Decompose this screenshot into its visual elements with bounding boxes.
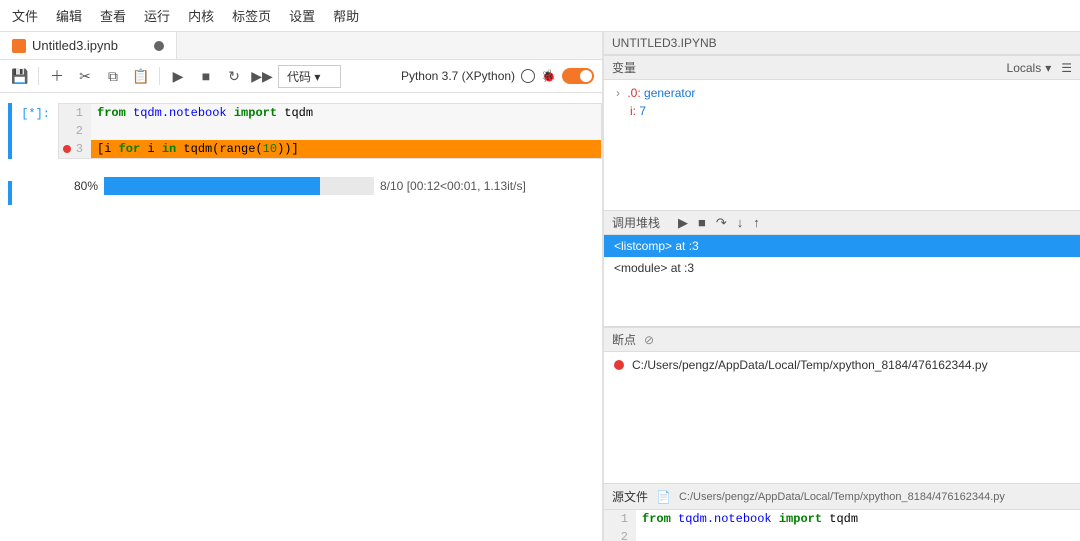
line-number[interactable]: 3 [59,140,91,158]
menu-help[interactable]: 帮助 [333,6,359,25]
progress-percent: 80% [58,179,98,193]
scope-select[interactable]: Locals [1007,61,1042,75]
progress-bar [104,177,374,195]
variables-list: › .0: generator i: 7 [604,80,1080,210]
toolbar: 💾 ＋ ✂ ⧉ 📋 ▶ ■ ↻ ▶▶ 代码 ▾ Python 3.7 (XPyt… [0,60,602,93]
variables-header[interactable]: 变量 [612,59,636,76]
clear-breakpoints-icon[interactable]: ⊘ [644,333,654,347]
breakpoint-icon[interactable] [63,145,71,153]
menubar: 文件 编辑 查看 运行 内核 标签页 设置 帮助 [0,0,1080,32]
save-button[interactable]: 💾 [8,64,32,88]
code-editor[interactable]: 1 from tqdm.notebook import tqdm 2 3 [i … [58,103,602,159]
menu-kernel[interactable]: 内核 [188,6,214,25]
cut-button[interactable]: ✂ [73,64,97,88]
open-file-icon[interactable]: 📄 [656,490,671,504]
add-cell-button[interactable]: ＋ [45,64,69,88]
unsaved-indicator-icon [154,41,164,51]
tree-view-icon[interactable]: ☰ [1061,61,1072,75]
menu-run[interactable]: 运行 [144,6,170,25]
run-button[interactable]: ▶ [166,64,190,88]
line-number[interactable]: 2 [59,122,91,140]
notebook-tab[interactable]: Untitled3.ipynb [0,32,177,59]
callstack-header[interactable]: 调用堆栈 [612,214,660,231]
pause-button[interactable]: ■ [698,215,706,230]
code-cell[interactable]: [*]: 1 from tqdm.notebook import tqdm 2 … [8,103,602,159]
continue-button[interactable]: ▶ [678,215,688,231]
cell-output: 80% 8/10 [00:12<00:01, 1.13it/s] [8,177,602,195]
step-over-button[interactable]: ↷ [716,215,727,231]
source-header[interactable]: 源文件 [612,488,648,505]
cell-active-bar [8,103,12,159]
step-out-button[interactable]: ↑ [753,215,760,230]
tab-label: Untitled3.ipynb [32,38,118,53]
callstack-list: <listcomp> at :3 <module> at :3 [604,235,1080,327]
run-all-button[interactable]: ▶▶ [250,64,274,88]
menu-edit[interactable]: 编辑 [56,6,82,25]
debugger-title: UNTITLED3.IPYNB [604,32,1080,55]
cell-active-bar [8,181,12,205]
debug-toggle[interactable] [562,68,594,84]
breakpoints-list: C:/Users/pengz/AppData/Local/Temp/xpytho… [604,352,1080,452]
cell-type-select[interactable]: 代码 ▾ [278,65,341,88]
breakpoint-item[interactable]: C:/Users/pengz/AppData/Local/Temp/xpytho… [604,352,1080,378]
breakpoints-header[interactable]: 断点 [612,331,636,348]
progress-label: 8/10 [00:12<00:01, 1.13it/s] [380,179,526,193]
source-path: C:/Users/pengz/AppData/Local/Temp/xpytho… [679,491,1005,503]
breakpoint-icon [614,360,624,370]
menu-view[interactable]: 查看 [100,6,126,25]
line-number[interactable]: 2 [604,528,636,541]
notebook-icon [12,39,26,53]
variable-row[interactable]: › .0: generator [612,84,1072,102]
step-in-button[interactable]: ↓ [737,215,744,230]
stack-frame[interactable]: <module> at :3 [604,257,1080,279]
debugger-panel: UNTITLED3.IPYNB 变量 Locals ▾ ☰ › .0: gene… [604,32,1080,541]
paste-button[interactable]: 📋 [129,64,153,88]
debug-icon[interactable]: 🐞 [541,69,556,83]
chevron-down-icon: ▾ [1045,61,1051,75]
line-number[interactable]: 1 [59,104,91,122]
source-viewer[interactable]: 1 from tqdm.notebook import tqdm 2 3 [i … [604,510,1080,541]
cell-prompt: [*]: [18,103,58,159]
kernel-name[interactable]: Python 3.7 (XPython) [401,69,515,83]
copy-button[interactable]: ⧉ [101,64,125,88]
chevron-down-icon: ▾ [314,70,320,84]
tab-bar: Untitled3.ipynb [0,32,602,60]
restart-button[interactable]: ↻ [222,64,246,88]
kernel-status-icon [521,69,535,83]
variable-row[interactable]: i: 7 [612,102,1072,120]
menu-settings[interactable]: 设置 [289,6,315,25]
stop-button[interactable]: ■ [194,64,218,88]
notebook-panel: Untitled3.ipynb 💾 ＋ ✂ ⧉ 📋 ▶ ■ ↻ ▶▶ 代码 ▾ … [0,32,604,541]
menu-file[interactable]: 文件 [12,6,38,25]
menu-tabs[interactable]: 标签页 [232,6,271,25]
stack-frame[interactable]: <listcomp> at :3 [604,235,1080,257]
line-number[interactable]: 1 [604,510,636,528]
